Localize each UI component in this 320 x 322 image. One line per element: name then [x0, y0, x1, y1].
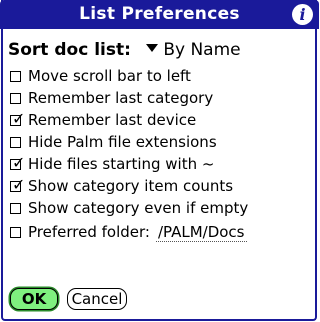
option-label: Remember last category: [28, 89, 214, 107]
info-icon[interactable]: i: [292, 4, 313, 25]
preferred-folder-checkbox[interactable]: [10, 227, 21, 238]
sort-dropdown[interactable]: By Name: [146, 40, 241, 60]
cancel-button[interactable]: Cancel: [67, 288, 127, 310]
option-checkbox[interactable]: ✓: [10, 155, 25, 171]
checkmark-icon: ✓: [12, 175, 26, 194]
option-label: Remember last device: [28, 111, 197, 129]
option-checkbox[interactable]: [10, 137, 21, 148]
option-label: Hide Palm file extensions: [28, 133, 217, 151]
sort-label: Sort doc list:: [8, 40, 131, 60]
option-checkbox[interactable]: ✓: [10, 177, 25, 193]
option-checkbox[interactable]: [10, 71, 21, 82]
dropdown-arrow-icon: [146, 44, 159, 52]
checkmark-icon: ✓: [12, 153, 26, 172]
option-label: Show category item counts: [28, 177, 234, 195]
preferred-folder-label: Preferred folder:: [28, 223, 150, 241]
option-label: Show category even if empty: [28, 199, 249, 217]
option-checkbox[interactable]: [10, 93, 21, 104]
sort-row: Sort doc list: By Name: [8, 40, 241, 60]
checkmark-icon: ✓: [12, 109, 26, 128]
sort-selected: By Name: [163, 40, 241, 60]
dialog-title: List Preferences: [79, 4, 240, 24]
title-bar: List Preferences i: [0, 0, 319, 29]
preferred-folder-field[interactable]: /PALM/Docs: [155, 223, 247, 242]
option-checkbox[interactable]: [10, 203, 21, 214]
option-label: Move scroll bar to left: [28, 67, 191, 85]
option-checkbox[interactable]: ✓: [10, 111, 25, 127]
option-label: Hide files starting with ~: [28, 155, 215, 173]
ok-button[interactable]: OK: [10, 288, 58, 310]
